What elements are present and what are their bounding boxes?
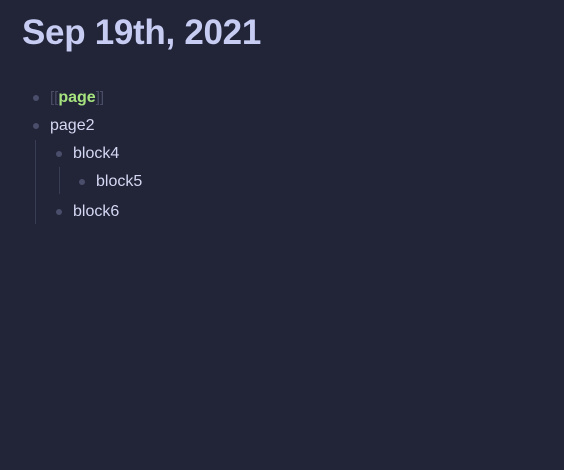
block-block6[interactable]: block6 bbox=[56, 198, 119, 226]
block-block4[interactable]: block4 bbox=[56, 140, 119, 168]
block-bullet[interactable] bbox=[33, 95, 39, 101]
block-content[interactable]: page2 bbox=[50, 117, 95, 135]
close-bracket: ]] bbox=[95, 89, 105, 106]
block-outline: [[page]] page2 block4 block5 block6 bbox=[0, 0, 564, 470]
block-page2[interactable]: page2 bbox=[33, 112, 95, 140]
block-content[interactable]: block5 bbox=[96, 173, 142, 191]
block-bullet[interactable] bbox=[56, 151, 62, 157]
block-content[interactable]: block4 bbox=[73, 145, 119, 163]
children-guide-line[interactable] bbox=[35, 140, 36, 224]
block-bullet[interactable] bbox=[33, 123, 39, 129]
page-reference-link[interactable]: page bbox=[58, 89, 95, 106]
children-guide-line[interactable] bbox=[59, 167, 60, 194]
block-page-ref[interactable]: [[page]] bbox=[33, 84, 104, 112]
block-bullet[interactable] bbox=[79, 179, 85, 185]
block-content[interactable]: block6 bbox=[73, 203, 119, 221]
block-bullet[interactable] bbox=[56, 209, 62, 215]
block-content[interactable]: [[page]] bbox=[50, 89, 104, 107]
block-block5[interactable]: block5 bbox=[79, 168, 142, 196]
